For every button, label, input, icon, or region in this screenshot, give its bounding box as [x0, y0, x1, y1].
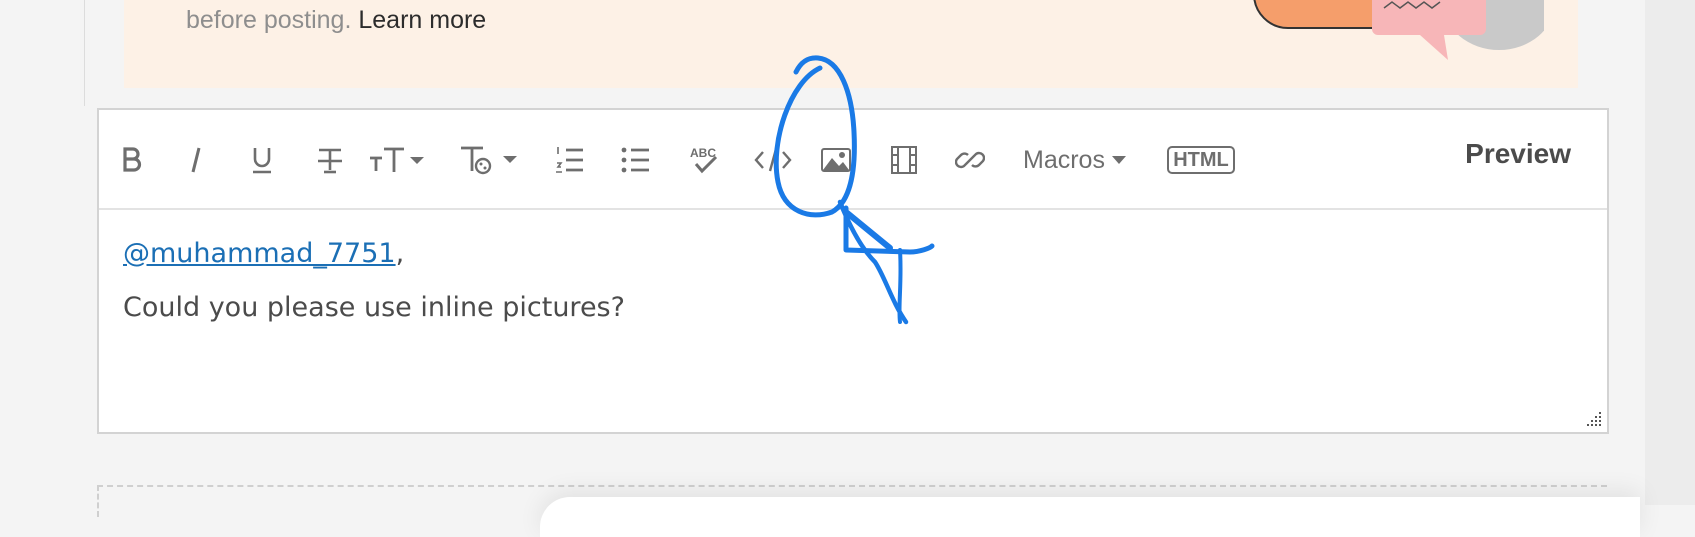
- html-mode-button[interactable]: HTML: [1161, 140, 1241, 180]
- svg-text:ABC: ABC: [690, 146, 716, 160]
- mention-line: @muhammad_7751,: [123, 234, 625, 274]
- underline-button[interactable]: [245, 140, 279, 180]
- code-button[interactable]: [753, 140, 793, 180]
- spellcheck-icon: ABC: [690, 146, 718, 174]
- code-icon: [754, 148, 792, 172]
- rich-text-editor: ABC Macros HTML Preview @muhammad_7751, …: [97, 108, 1609, 434]
- editor-toolbar: ABC Macros HTML Preview: [99, 110, 1607, 210]
- font-size-button[interactable]: [367, 140, 427, 180]
- bold-button[interactable]: [115, 140, 149, 180]
- italic-button[interactable]: [179, 140, 213, 180]
- insert-image-icon: [821, 148, 851, 172]
- page-right-gutter: [1645, 0, 1695, 505]
- resize-handle-icon[interactable]: [1585, 410, 1603, 428]
- numbered-list-icon: [556, 147, 583, 173]
- notice-banner: before posting. Learn more: [124, 0, 1578, 88]
- strikethrough-button[interactable]: [313, 140, 347, 180]
- bulleted-list-button[interactable]: [619, 140, 653, 180]
- macros-label: Macros: [1023, 145, 1105, 174]
- italic-icon: [191, 147, 201, 173]
- insert-link-icon: [955, 151, 985, 169]
- insert-link-button[interactable]: [953, 140, 987, 180]
- text-style-icon: [461, 146, 517, 175]
- macros-dropdown[interactable]: Macros: [1023, 140, 1135, 180]
- chevron-down-icon: [1111, 156, 1126, 164]
- insert-video-icon: [891, 146, 917, 174]
- html-label: HTML: [1167, 146, 1235, 174]
- user-mention-link[interactable]: @muhammad_7751: [123, 238, 396, 269]
- underline-icon: [253, 148, 271, 174]
- mention-suffix: ,: [395, 238, 405, 269]
- banner-text: before posting. Learn more: [186, 6, 486, 35]
- bold-icon: [123, 147, 142, 172]
- spellcheck-button[interactable]: ABC: [687, 140, 721, 180]
- banner-illustration: [1253, 0, 1544, 60]
- preview-button[interactable]: Preview: [1465, 138, 1571, 170]
- insert-video-button[interactable]: [887, 140, 921, 180]
- insert-image-button[interactable]: [819, 140, 853, 180]
- editor-content[interactable]: @muhammad_7751, Could you please use inl…: [123, 234, 625, 328]
- bulleted-list-icon: [621, 147, 649, 173]
- strikethrough-icon: [318, 148, 342, 174]
- page-left-rule: [84, 0, 85, 106]
- message-text: Could you please use inline pictures?: [123, 292, 625, 323]
- banner-message: before posting.: [186, 6, 352, 34]
- bottom-card: [540, 497, 1640, 537]
- learn-more-link[interactable]: Learn more: [358, 6, 486, 34]
- font-size-icon: [370, 147, 424, 172]
- numbered-list-button[interactable]: [553, 140, 587, 180]
- text-style-button[interactable]: [459, 140, 519, 180]
